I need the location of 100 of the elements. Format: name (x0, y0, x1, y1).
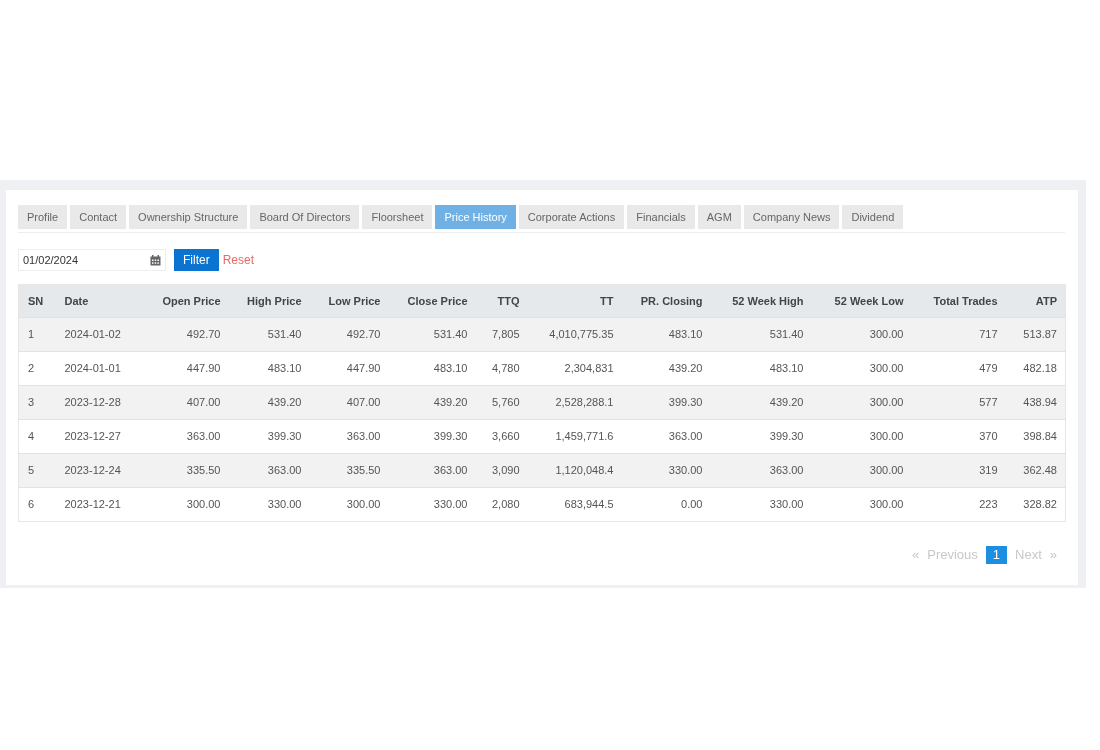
column-header: Open Price (140, 284, 229, 318)
table-cell: 399.30 (621, 385, 711, 420)
column-header: PR. Closing (621, 284, 711, 318)
calendar-icon (150, 254, 161, 266)
table-cell: 483.10 (710, 351, 812, 386)
table-cell: 1,120,048.4 (527, 453, 622, 488)
table-cell: 330.00 (621, 453, 711, 488)
table-cell: 2023-12-28 (55, 385, 141, 420)
table-cell: 330.00 (710, 487, 812, 522)
table-cell: 363.00 (309, 419, 389, 454)
table-cell: 717 (911, 317, 1006, 352)
table-cell: 7,805 (475, 317, 528, 352)
column-header: 52 Week Low (811, 284, 912, 318)
tab[interactable]: Dividend (842, 205, 904, 229)
table-cell: 300.00 (811, 453, 912, 488)
table-cell: 447.90 (140, 351, 229, 386)
table-cell: 483.10 (621, 317, 711, 352)
table-cell: 4 (18, 419, 56, 454)
table-cell: 2023-12-21 (55, 487, 141, 522)
table-cell: 439.20 (710, 385, 812, 420)
table-cell: 407.00 (140, 385, 229, 420)
table-cell: 1,459,771.6 (527, 419, 622, 454)
table-cell: 2,528,288.1 (527, 385, 622, 420)
table-cell: 439.20 (228, 385, 310, 420)
table-cell: 363.00 (140, 419, 229, 454)
table-cell: 5,760 (475, 385, 528, 420)
table-cell: 362.48 (1005, 453, 1066, 488)
table-cell: 483.10 (228, 351, 310, 386)
column-header: TT (527, 284, 622, 318)
table-cell: 300.00 (309, 487, 389, 522)
column-header: Date (55, 284, 141, 318)
tab[interactable]: Company News (743, 205, 840, 229)
tab[interactable]: AGM (697, 205, 741, 229)
table-cell: 482.18 (1005, 351, 1066, 386)
table-cell: 328.82 (1005, 487, 1066, 522)
table-cell: 300.00 (811, 351, 912, 386)
table-cell: 2 (18, 351, 56, 386)
date-field[interactable]: 01/02/2024 (18, 249, 166, 271)
table-cell: 335.50 (140, 453, 229, 488)
table-cell: 683,944.5 (527, 487, 622, 522)
table-cell: 319 (911, 453, 1006, 488)
tab[interactable]: Contact (70, 205, 127, 229)
reset-link[interactable]: Reset (222, 251, 255, 269)
column-header: TTQ (475, 284, 528, 318)
next-arrow: » (1049, 546, 1057, 564)
table-cell: 1 (18, 317, 56, 352)
table-cell: 300.00 (811, 419, 912, 454)
table-cell: 399.30 (228, 419, 310, 454)
table-cell: 439.20 (388, 385, 476, 420)
table-cell: 483.10 (388, 351, 476, 386)
table-cell: 2,304,831 (527, 351, 622, 386)
table-cell: 439.20 (621, 351, 711, 386)
column-header: Total Trades (911, 284, 1006, 318)
table-cell: 0.00 (621, 487, 711, 522)
table-cell: 223 (911, 487, 1006, 522)
table-cell: 438.94 (1005, 385, 1066, 420)
table-cell: 3,090 (475, 453, 528, 488)
tab[interactable]: Corporate Actions (518, 205, 625, 229)
column-header: Close Price (388, 284, 476, 318)
tab[interactable]: Board Of Directors (250, 205, 360, 229)
table-cell: 2,080 (475, 487, 528, 522)
table-cell: 531.40 (388, 317, 476, 352)
column-header: High Price (228, 284, 310, 318)
tab[interactable]: Ownership Structure (129, 205, 248, 229)
table-cell: 363.00 (710, 453, 812, 488)
table-cell: 5 (18, 453, 56, 488)
column-header: ATP (1005, 284, 1066, 318)
tab[interactable]: Financials (627, 205, 695, 229)
table-cell: 370 (911, 419, 1006, 454)
column-header: 52 Week High (710, 284, 812, 318)
table-cell: 407.00 (309, 385, 389, 420)
table-cell: 2023-12-27 (55, 419, 141, 454)
table-cell: 577 (911, 385, 1006, 420)
table-cell: 330.00 (228, 487, 310, 522)
table-cell: 513.87 (1005, 317, 1066, 352)
date-value: 01/02/2024 (23, 252, 79, 268)
table-cell: 4,010,775.35 (527, 317, 622, 352)
tab[interactable]: Floorsheet (362, 205, 433, 229)
table-cell: 363.00 (388, 453, 476, 488)
column-header: Low Price (309, 284, 389, 318)
table-cell: 447.90 (309, 351, 389, 386)
table-cell: 300.00 (811, 317, 912, 352)
table-cell: 335.50 (309, 453, 389, 488)
table-cell: 363.00 (228, 453, 310, 488)
page-link[interactable]: 1 (985, 545, 1008, 564)
table-cell: 6 (18, 487, 56, 522)
table-cell: 479 (911, 351, 1006, 386)
table-cell: 2023-12-24 (55, 453, 141, 488)
table-cell: 330.00 (388, 487, 476, 522)
filter-button[interactable]: Filter (174, 249, 219, 271)
tab[interactable]: Profile (18, 205, 68, 229)
table-cell: 300.00 (811, 487, 912, 522)
table-cell: 399.30 (710, 419, 812, 454)
table-cell: 492.70 (140, 317, 229, 352)
table-cell: 3 (18, 385, 56, 420)
table-cell: 531.40 (228, 317, 310, 352)
table-cell: 300.00 (811, 385, 912, 420)
table-cell: 4,780 (475, 351, 528, 386)
table-cell: 398.84 (1005, 419, 1066, 454)
table-cell: 363.00 (621, 419, 711, 454)
